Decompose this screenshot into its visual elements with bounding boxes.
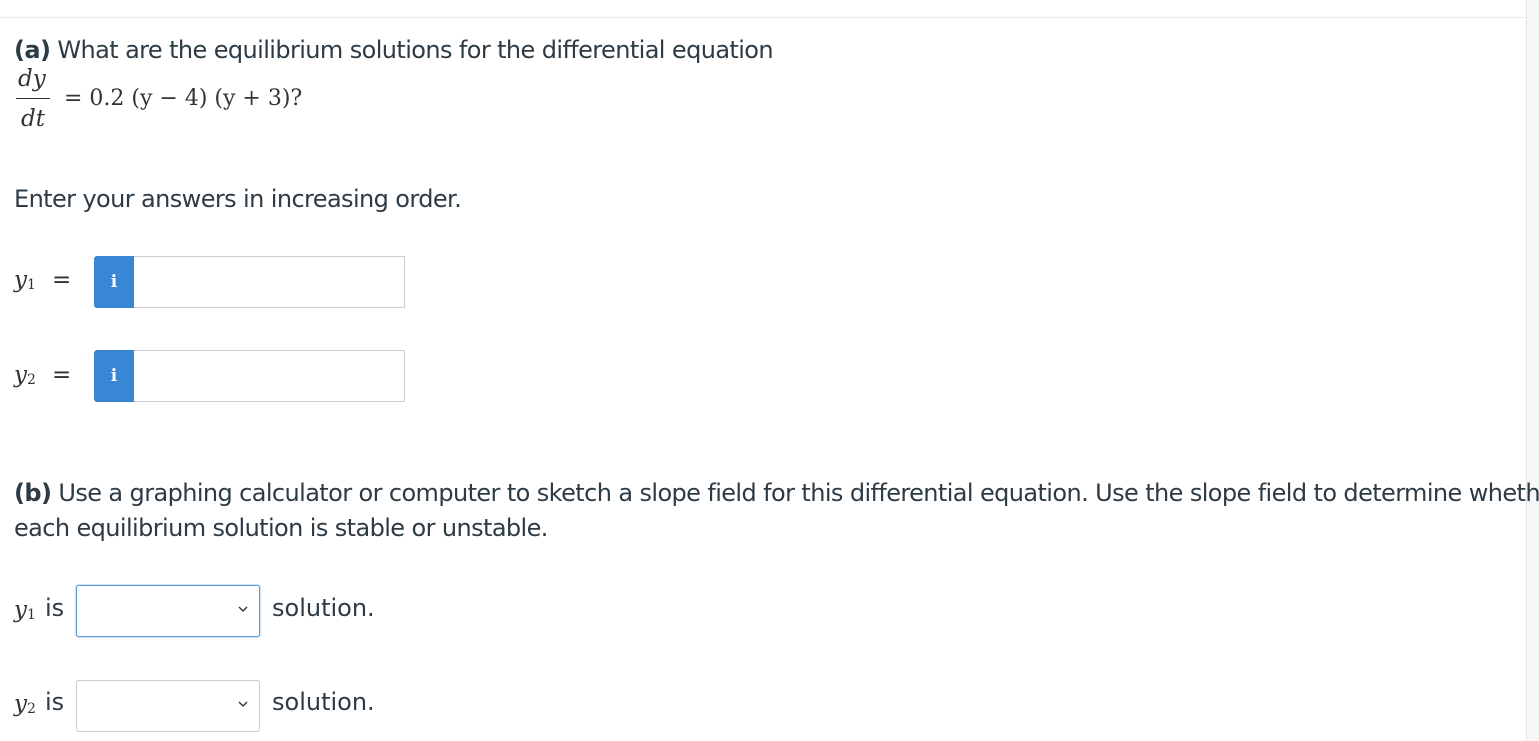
- part-a-label: (a): [14, 36, 51, 64]
- scrollbar-track[interactable]: [1526, 0, 1539, 741]
- y2-solution-text: solution.: [272, 688, 375, 716]
- top-divider: [0, 17, 1526, 18]
- part-b-question-text: Use a graphing calculator or computer to…: [58, 479, 1539, 507]
- y1-stability-select[interactable]: [76, 585, 260, 637]
- info-icon[interactable]: i: [94, 350, 134, 402]
- instruction-text: Enter your answers in increasing order.: [14, 185, 462, 213]
- y1-equals: =: [52, 267, 72, 293]
- part-a-question-text: What are the equilibrium solutions for t…: [57, 36, 773, 64]
- y2-equals: =: [52, 362, 72, 388]
- y2-select-label: y2: [14, 691, 36, 717]
- y2-is-text: is: [45, 688, 65, 716]
- y1-solution-text: solution.: [272, 594, 375, 622]
- y1-answer-input[interactable]: [134, 256, 405, 308]
- y1-is-text: is: [45, 594, 65, 622]
- part-b-question-line1: (b) Use a graphing calculator or compute…: [14, 479, 1539, 507]
- part-b-question-line2: each equilibrium solution is stable or u…: [14, 514, 548, 542]
- y1-label: y1: [14, 267, 36, 293]
- eq-rhs: = 0.2 (y − 4) (y + 3)?: [64, 86, 303, 111]
- y2-label: y2: [14, 362, 36, 388]
- y2-stability-select[interactable]: [76, 680, 260, 732]
- eq-numerator: dy: [18, 66, 46, 92]
- part-b-label: (b): [14, 479, 52, 507]
- chevron-down-icon: [238, 701, 248, 707]
- fraction-bar: [16, 98, 50, 99]
- chevron-down-icon: [238, 606, 248, 612]
- y2-answer-input[interactable]: [134, 350, 405, 402]
- info-icon[interactable]: i: [94, 256, 134, 308]
- y1-select-label: y1: [14, 597, 36, 623]
- eq-denominator: dt: [21, 106, 45, 132]
- part-a-question: (a) What are the equilibrium solutions f…: [14, 36, 774, 64]
